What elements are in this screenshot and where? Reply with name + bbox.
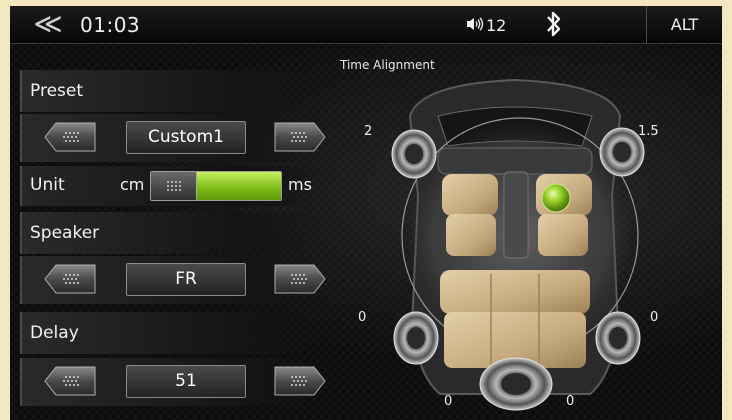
car-top-view	[391, 78, 645, 411]
head-unit-screen: ≪ 01:03 12 ALT Preset Custom1 Unit cm ms…	[10, 6, 722, 420]
speaker-selector: FR	[20, 256, 328, 304]
speaker-subwoofer[interactable]	[479, 357, 553, 411]
delay-value: 51	[126, 365, 246, 398]
volume-indicator: 12	[466, 16, 506, 35]
speaker-rear-left[interactable]	[393, 311, 439, 365]
arrow-left-icon	[44, 122, 96, 152]
front-left-delay: 2	[364, 124, 373, 139]
unit-option-ms[interactable]: ms	[288, 175, 312, 194]
speaker-label: Speaker	[20, 212, 328, 254]
clock: 01:03	[80, 13, 141, 37]
unit-label: Unit	[30, 175, 65, 195]
delay-label: Delay	[20, 312, 328, 354]
front-left-seat	[442, 174, 498, 256]
delay-increase-button[interactable]	[274, 366, 326, 396]
volume-level: 12	[486, 16, 507, 35]
front-right-delay: 1.5	[638, 124, 659, 139]
preset-prev-button[interactable]	[44, 122, 96, 152]
listening-position-marker[interactable]	[541, 183, 571, 213]
center-console	[503, 171, 529, 259]
preset-selector: Custom1	[20, 114, 328, 162]
arrow-right-icon	[274, 366, 326, 396]
time-alignment-title: Time Alignment	[340, 58, 435, 72]
alt-button[interactable]: ALT	[646, 6, 722, 44]
settings-panel: Preset Custom1 Unit cm ms Speaker FR Del…	[10, 50, 340, 420]
rear-right-delay: 0	[650, 310, 659, 325]
arrow-left-icon	[44, 264, 96, 294]
arrow-left-icon	[44, 366, 96, 396]
delay-selector: 51	[20, 358, 328, 406]
dashboard	[437, 147, 593, 175]
status-bar: ≪ 01:03 12 ALT	[10, 6, 722, 44]
speaker-front-left[interactable]	[391, 129, 437, 179]
delay-decrease-button[interactable]	[44, 366, 96, 396]
speaker-prev-button[interactable]	[44, 264, 96, 294]
rear-bench-seat	[440, 270, 590, 368]
arrow-right-icon	[274, 122, 326, 152]
speaker-rear-right[interactable]	[595, 311, 641, 365]
speaker-next-button[interactable]	[274, 264, 326, 294]
unit-toggle-fill	[195, 172, 281, 200]
bluetooth-icon	[545, 10, 563, 44]
preset-next-button[interactable]	[274, 122, 326, 152]
unit-option-cm[interactable]: cm	[120, 175, 144, 194]
back-icon[interactable]: ≪	[30, 10, 66, 40]
preset-label: Preset	[20, 70, 328, 112]
toggle-knob-grip-icon[interactable]	[151, 172, 197, 200]
speaker-value: FR	[126, 263, 246, 296]
speaker-volume-icon	[466, 16, 484, 35]
preset-value: Custom1	[126, 121, 246, 154]
arrow-right-icon	[274, 264, 326, 294]
unit-row: Unit cm ms	[20, 166, 328, 206]
sub-left-delay: 0	[444, 394, 453, 409]
sub-right-delay: 0	[566, 394, 575, 409]
unit-toggle-switch[interactable]	[150, 171, 282, 201]
rear-left-delay: 0	[358, 310, 367, 325]
